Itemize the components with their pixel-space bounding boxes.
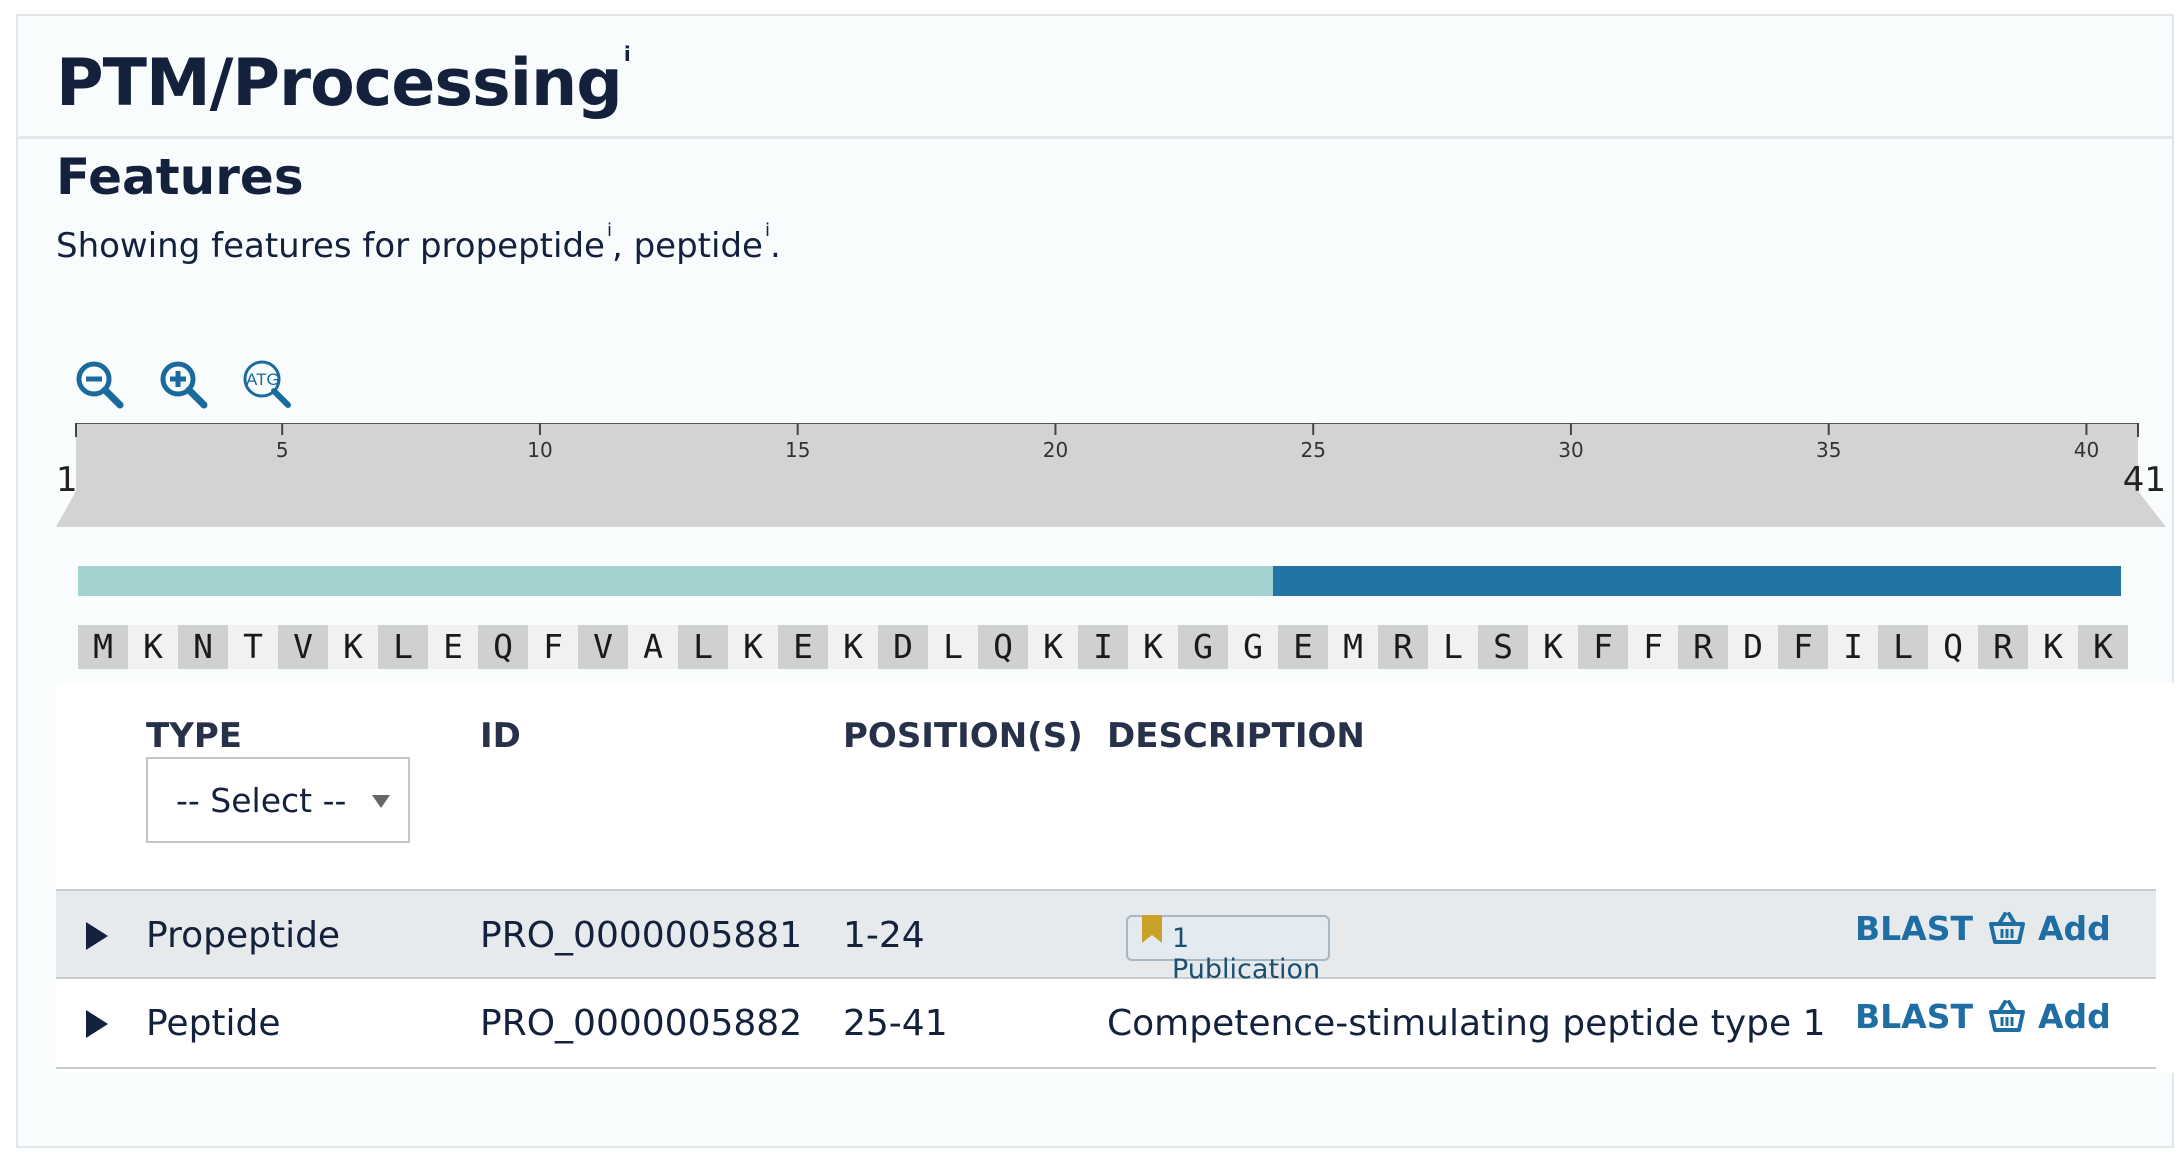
blast-link[interactable]: BLAST [1855,909,1973,948]
ruler-end-label: 41 [2123,460,2166,500]
section-header: PTM/Processing i [18,16,2172,139]
zoom-in-icon[interactable] [154,355,214,415]
residue: R [1378,625,1428,669]
residue: L [1878,625,1928,669]
ruler-tick-label: 15 [785,438,810,462]
residue: F [528,625,578,669]
peptide-track[interactable] [1273,566,2121,596]
residue: F [1578,625,1628,669]
ruler-tick-label: 20 [1043,438,1068,462]
residue: F [1628,625,1678,669]
ruler-tick-label: 25 [1300,438,1325,462]
residue: I [1828,625,1878,669]
residue: K [128,625,178,669]
row-positions: 1-24 [843,915,925,956]
residue: D [1728,625,1778,669]
residue: G [1178,625,1228,669]
residue: V [578,625,628,669]
info-icon[interactable]: i [765,220,770,241]
row-id: PRO_0000005882 [480,1003,803,1044]
residue: A [628,625,678,669]
residue: K [828,625,878,669]
add-to-basket-link[interactable]: Add [2038,997,2111,1036]
ptm-processing-card: PTM/Processing i Features Showing feature… [16,14,2176,1148]
term-propeptide: propeptide [419,226,605,266]
residue: E [1278,625,1328,669]
residue: E [778,625,828,669]
ruler-tick-label: 30 [1558,438,1583,462]
features-table: TYPE ID POSITION(S) DESCRIPTION -- Selec… [56,683,2176,1073]
ruler-tick-label: 5 [276,438,289,462]
basket-icon[interactable] [1988,911,2026,945]
sequence-icon-label: ATG [246,370,280,389]
residue: L [378,625,428,669]
features-description: Showing features for propeptide i, peptid… [56,220,781,266]
expand-row-icon[interactable] [86,1010,108,1038]
basket-icon[interactable] [1988,999,2026,1033]
residue: N [178,625,228,669]
column-header-positions: POSITION(S) [843,716,1083,756]
table-row: Propeptide PRO_0000005881 1-24 1 Publica… [56,889,2156,985]
row-type: Propeptide [146,915,341,956]
zoom-out-icon[interactable] [70,355,130,415]
residue: Q [1928,625,1978,669]
residue: L [1428,625,1478,669]
ruler-tick-label: 10 [527,438,552,462]
residue: G [1228,625,1278,669]
residue: T [228,625,278,669]
add-to-basket-link[interactable]: Add [2038,909,2111,948]
page-title: PTM/Processing i [56,42,631,121]
residue: F [1778,625,1828,669]
blast-link[interactable]: BLAST [1855,997,1973,1036]
residue: S [1478,625,1528,669]
residue: K [728,625,778,669]
sequence-residues: MKNTVKLEQFVALKEKDLQKIKGGEMRLSKFFRDFILQRK… [78,625,2128,669]
residue: M [1328,625,1378,669]
residue: K [2078,625,2128,669]
residue: R [1978,625,2028,669]
residue: I [1078,625,1128,669]
publication-badge[interactable]: 1 Publication [1126,915,1330,985]
sequence-zoom-icon[interactable]: ATG [238,355,298,415]
table-row: Peptide PRO_0000005882 25-41 Competence-… [56,979,2156,1069]
row-type: Peptide [146,1003,281,1044]
info-icon[interactable]: i [624,42,631,66]
term-peptide: peptide [633,226,763,266]
ruler-start-label: 1 [56,460,78,500]
residue: K [328,625,378,669]
residue: R [1678,625,1728,669]
residue: K [1528,625,1578,669]
type-filter-value: -- Select -- [176,781,347,820]
ruler-background [56,423,2166,527]
chevron-down-icon [372,795,390,808]
ruler-tick-label: 40 [2074,438,2099,462]
row-positions: 25-41 [843,1003,948,1044]
column-header-id: ID [480,716,521,756]
residue: K [2028,625,2078,669]
row-description: Competence-stimulating peptide type 1 [1107,1003,1826,1044]
residue: K [1128,625,1178,669]
residue: D [878,625,928,669]
column-header-type: TYPE [146,716,242,756]
type-filter-select[interactable]: -- Select -- [146,757,410,843]
row-id: PRO_0000005881 [480,915,803,956]
ruler-tick-label: 35 [1816,438,1841,462]
expand-row-icon[interactable] [86,922,108,950]
residue: E [428,625,478,669]
residue: V [278,625,328,669]
residue: L [928,625,978,669]
residue: K [1028,625,1078,669]
column-header-description: DESCRIPTION [1107,716,1365,756]
sequence-ruler[interactable]: 5 10 15 20 25 30 35 40 1 41 [56,423,2166,535]
residue: M [78,625,128,669]
info-icon[interactable]: i [607,220,612,241]
residue: Q [978,625,1028,669]
bookmark-icon [1142,915,1162,943]
residue: Q [478,625,528,669]
residue: L [678,625,728,669]
propeptide-track[interactable] [78,566,1273,596]
features-heading: Features [56,148,304,206]
